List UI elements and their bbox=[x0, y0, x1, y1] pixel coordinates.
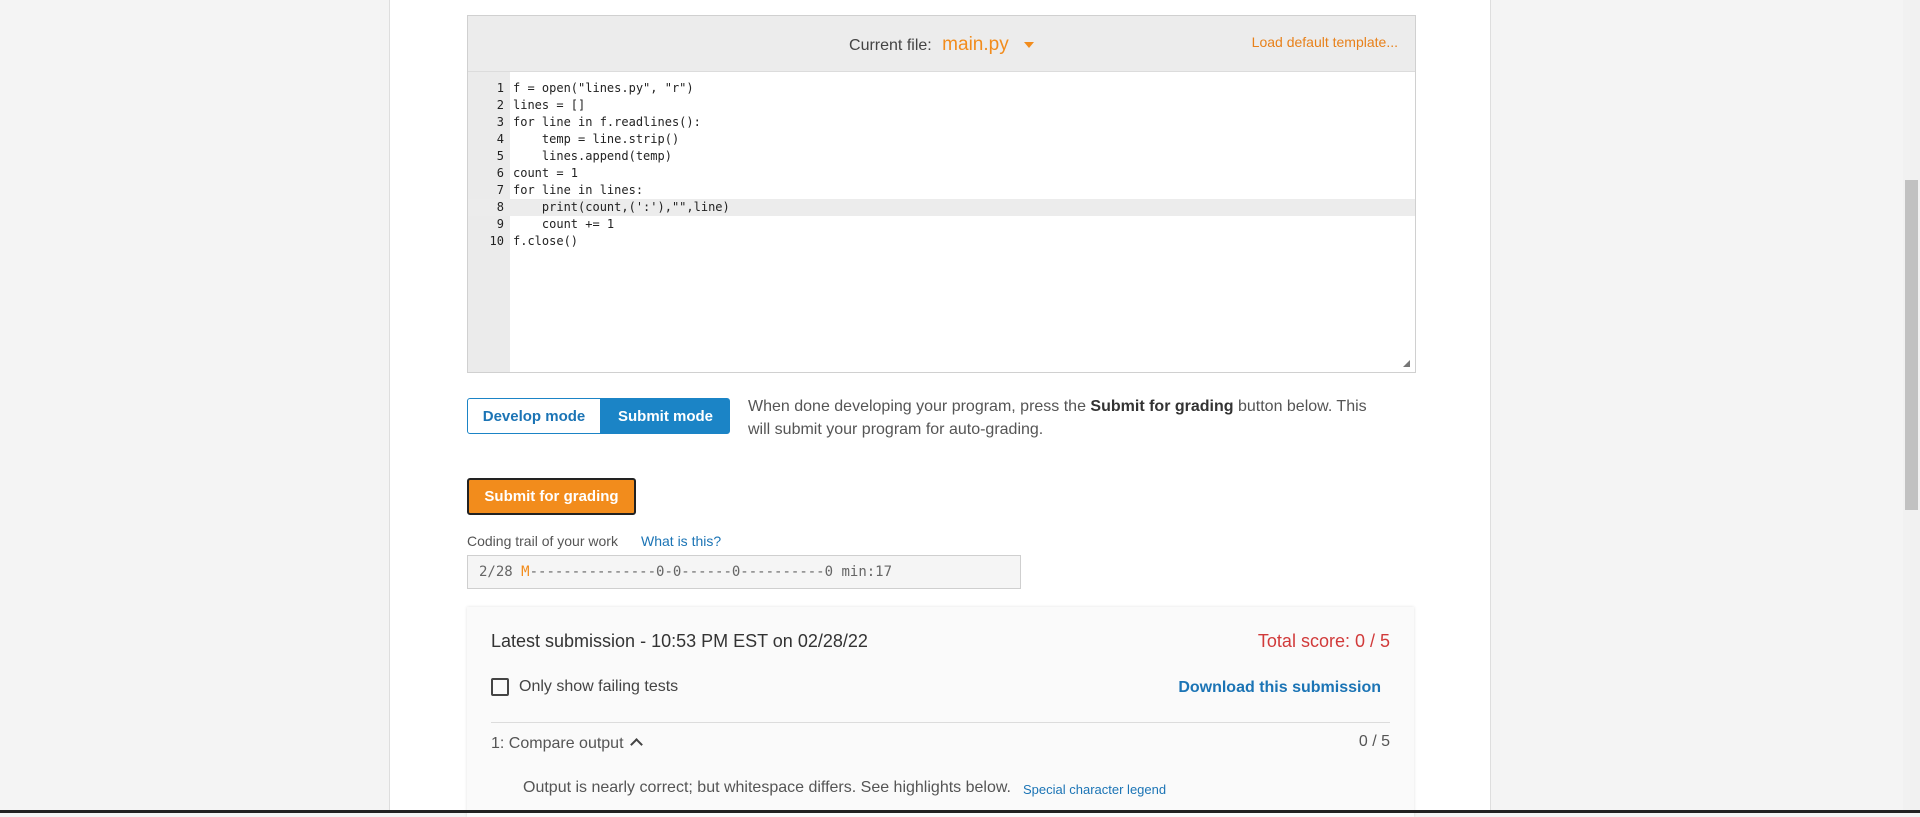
code-line: 7 for line in lines: bbox=[468, 182, 1415, 199]
output-note: Output is nearly correct; but whitespace… bbox=[523, 779, 1011, 796]
submit-for-grading-button[interactable]: Submit for grading bbox=[467, 478, 636, 515]
code-line: 4 temp = line.strip() bbox=[468, 131, 1415, 148]
line-number: 1 bbox=[496, 81, 504, 95]
line-number: 7 bbox=[496, 183, 504, 197]
code-area[interactable]: 1 f = open("lines.py", "r") 2 lines = [] 3… bbox=[468, 80, 1415, 250]
code-line: 1 f = open("lines.py", "r") bbox=[468, 80, 1415, 97]
current-file-label: Current file: bbox=[849, 37, 932, 54]
code-text[interactable]: f.close() bbox=[513, 233, 578, 250]
caret-down-icon bbox=[1023, 41, 1034, 48]
line-number: 4 bbox=[496, 132, 504, 146]
code-editor[interactable]: Current file: main.py Load default templ… bbox=[467, 15, 1416, 373]
mode-description-emphasis: Submit for grading bbox=[1090, 398, 1234, 415]
mode-toggle: Develop mode Submit mode bbox=[467, 398, 730, 434]
line-number: 9 bbox=[496, 217, 504, 231]
chevron-up-icon bbox=[629, 738, 643, 751]
line-number: 10 bbox=[489, 234, 504, 248]
code-text[interactable]: temp = line.strip() bbox=[513, 131, 679, 148]
mode-description: When done developing your program, press… bbox=[748, 395, 1388, 441]
line-number: 3 bbox=[496, 115, 504, 129]
test-name: 1: Compare output bbox=[491, 735, 624, 752]
develop-mode-button[interactable]: Develop mode bbox=[467, 398, 601, 434]
load-default-template-link[interactable]: Load default template... bbox=[1252, 34, 1398, 50]
what-is-this-link[interactable]: What is this? bbox=[641, 533, 721, 549]
file-name: main.py bbox=[942, 34, 1009, 55]
trail-sequence: ---------------0-0------0----------0 min… bbox=[529, 564, 893, 580]
editor-header: Current file: main.py Load default templ… bbox=[468, 16, 1415, 72]
code-line-active: 8 print(count,(':'),"",line) bbox=[468, 199, 1415, 216]
resize-handle-icon[interactable] bbox=[1403, 360, 1410, 367]
code-text[interactable]: lines = [] bbox=[513, 97, 585, 114]
code-text[interactable]: lines.append(temp) bbox=[513, 148, 672, 165]
file-select[interactable]: main.py bbox=[942, 34, 1034, 55]
test-score: 0 / 5 bbox=[1358, 733, 1390, 750]
only-failing-label[interactable]: Only show failing tests bbox=[519, 678, 678, 696]
trail-marker: M bbox=[521, 564, 530, 580]
code-line: 9 count += 1 bbox=[468, 216, 1415, 233]
coding-trail: 2/28 M---------------0-0------0---------… bbox=[467, 555, 1021, 589]
submission-panel: Latest submission - 10:53 PM EST on 02/2… bbox=[467, 607, 1414, 817]
line-number: 2 bbox=[496, 98, 504, 112]
line-number: 8 bbox=[496, 200, 504, 214]
only-failing-checkbox[interactable] bbox=[491, 678, 509, 696]
mode-description-text: When done developing your program, press… bbox=[748, 398, 1091, 415]
download-submission-link[interactable]: Download this submission bbox=[1178, 679, 1381, 697]
coding-trail-label: Coding trail of your work bbox=[467, 533, 618, 549]
total-score: Total score: 0 / 5 bbox=[1257, 631, 1390, 651]
code-line: 5 lines.append(temp) bbox=[468, 148, 1415, 165]
line-number: 5 bbox=[496, 149, 504, 163]
special-character-legend-link[interactable]: Special character legend bbox=[1023, 782, 1166, 797]
divider bbox=[491, 722, 1390, 723]
code-text[interactable]: count += 1 bbox=[513, 216, 614, 233]
scrollbar[interactable] bbox=[1903, 0, 1920, 813]
code-text[interactable]: for line in lines: bbox=[513, 182, 643, 199]
submit-mode-button[interactable]: Submit mode bbox=[601, 398, 730, 434]
code-line: 6 count = 1 bbox=[468, 165, 1415, 182]
trail-prefix: 2/28 bbox=[479, 564, 522, 580]
submission-title: Latest submission - 10:53 PM EST on 02/2… bbox=[491, 631, 868, 651]
test-toggle[interactable]: 1: Compare output bbox=[491, 735, 643, 753]
code-text[interactable]: for line in f.readlines(): bbox=[513, 114, 701, 131]
line-number: 6 bbox=[496, 166, 504, 180]
code-line: 10 f.close() bbox=[468, 233, 1415, 250]
code-text[interactable]: print(count,(':'),"",line) bbox=[513, 199, 730, 216]
code-line: 2 lines = [] bbox=[468, 97, 1415, 114]
code-text[interactable]: f = open("lines.py", "r") bbox=[513, 80, 694, 97]
code-line: 3 for line in f.readlines(): bbox=[468, 114, 1415, 131]
code-text[interactable]: count = 1 bbox=[513, 165, 578, 182]
scrollbar-thumb[interactable] bbox=[1905, 180, 1918, 510]
